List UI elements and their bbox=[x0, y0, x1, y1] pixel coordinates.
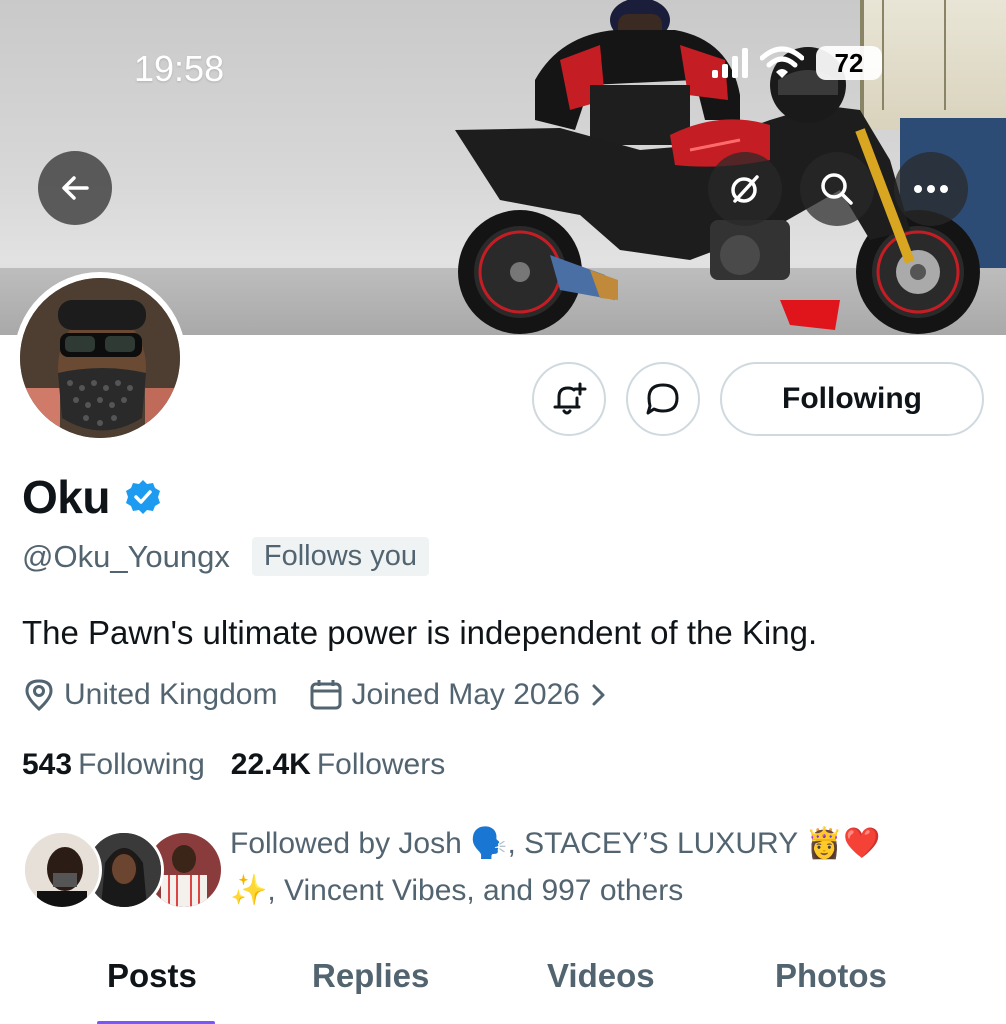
avatar-image bbox=[20, 278, 180, 438]
signal-icon bbox=[712, 48, 748, 78]
user-handle: @Oku_Youngx bbox=[22, 538, 230, 574]
followers-label: Followers bbox=[316, 748, 446, 781]
profile-banner[interactable]: 19:58 72 bbox=[0, 0, 1006, 335]
follows-you-badge: Follows you bbox=[251, 537, 429, 576]
verified-badge-icon bbox=[125, 480, 160, 514]
arrow-left-icon bbox=[62, 176, 89, 200]
tab-posts[interactable]: Posts bbox=[107, 957, 197, 995]
wifi-icon bbox=[760, 46, 804, 78]
following-label: Following bbox=[78, 748, 205, 781]
profile-tabs: Posts Replies Videos Photos bbox=[0, 945, 1006, 1024]
location-pin-icon bbox=[25, 679, 53, 712]
followers-count: 22.4K bbox=[230, 748, 311, 781]
followed-by-line-1: Followed by Josh 🗣️, STACEY’S LUXURY 👸❤️ bbox=[230, 827, 881, 860]
chevron-right-icon bbox=[592, 684, 605, 706]
tab-photos[interactable]: Photos bbox=[775, 957, 887, 995]
followed-by-text[interactable]: Followed by Josh 🗣️, STACEY’S LUXURY 👸❤️… bbox=[230, 820, 970, 914]
following-count: 543 bbox=[22, 748, 73, 781]
profile-bio: The Pawn's ultimate power is independent… bbox=[22, 614, 818, 651]
message-button[interactable] bbox=[626, 362, 700, 436]
profile-meta: United Kingdom Joined May 2026 bbox=[22, 678, 642, 712]
location-item: United Kingdom bbox=[22, 678, 277, 712]
profile-avatar[interactable] bbox=[14, 272, 186, 444]
more-icon bbox=[914, 185, 948, 193]
status-time: 19:58 bbox=[134, 48, 225, 89]
following-button[interactable]: Following bbox=[720, 362, 984, 436]
notifications-button[interactable] bbox=[532, 362, 606, 436]
joined-text: Joined May 2026 bbox=[351, 678, 580, 711]
handle-row: @Oku_Youngx Follows you bbox=[22, 537, 429, 576]
back-button[interactable] bbox=[38, 151, 112, 225]
battery-indicator: 72 bbox=[816, 46, 882, 80]
calendar-icon bbox=[310, 680, 342, 710]
grok-button[interactable] bbox=[708, 152, 782, 226]
search-button[interactable] bbox=[800, 152, 874, 226]
following-stat[interactable]: 543 Following bbox=[22, 748, 205, 782]
tab-replies[interactable]: Replies bbox=[312, 957, 429, 995]
tab-videos[interactable]: Videos bbox=[547, 957, 655, 995]
joined-item[interactable]: Joined May 2026 bbox=[309, 678, 610, 712]
followed-by-line-2: ✨, Vincent Vibes, and 997 others bbox=[230, 874, 684, 907]
search-icon bbox=[821, 173, 853, 205]
followed-by-avatars[interactable] bbox=[22, 830, 224, 910]
location-text: United Kingdom bbox=[64, 678, 278, 711]
mutual-avatar bbox=[22, 830, 102, 910]
message-icon bbox=[646, 383, 679, 415]
followers-stat[interactable]: 22.4K Followers bbox=[231, 748, 445, 782]
status-indicators: 72 bbox=[712, 46, 882, 80]
more-button[interactable] bbox=[894, 152, 968, 226]
display-name: Oku bbox=[22, 471, 110, 523]
bell-plus-icon bbox=[553, 382, 587, 415]
follow-stats: 543 Following 22.4K Followers bbox=[22, 748, 445, 782]
grok-icon bbox=[731, 175, 759, 203]
name-row: Oku bbox=[22, 470, 162, 524]
